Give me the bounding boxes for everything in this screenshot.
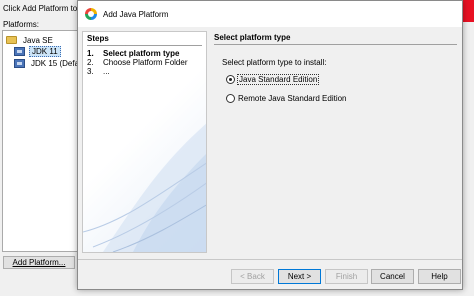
add-platform-label: Add Platform... [12,258,66,267]
tree-item-jdk-15[interactable]: JDK 15 (Defau [14,57,80,69]
step-label: Select platform type [103,49,180,58]
radio-label: Remote Java Standard Edition [238,94,347,103]
dialog-title: Add Java Platform [103,9,169,19]
jdk-icon [14,46,25,56]
next-button[interactable]: Next > [278,269,321,284]
help-button[interactable]: Help [418,269,461,284]
jdk-icon [14,58,25,68]
cancel-button-label: Cancel [380,272,405,281]
app-icon [85,8,97,20]
dialog-titlebar[interactable]: Add Java Platform [78,1,462,27]
next-button-label: Next > [287,272,312,281]
step-number: 3. [87,67,94,76]
radio-java-standard-edition[interactable]: Java Standard Edition [226,74,320,85]
radio-button[interactable] [226,94,235,103]
step-number: 2. [87,58,94,67]
steps-panel: Steps 1. Select platform type 2. Choose … [82,31,207,253]
tree-item-label: JDK 11 [29,45,61,57]
intro-text: Click Add Platform to re [3,4,87,13]
tree-item-label: JDK 15 (Defau [31,58,80,68]
divider [78,259,462,260]
platform-type-prompt: Select platform type to install: [222,58,327,67]
step-label: Choose Platform Folder [103,58,188,67]
step-label: ... [103,67,110,76]
folder-icon [6,36,17,44]
radio-button-checked[interactable] [226,75,235,84]
add-platform-button[interactable]: Add Platform... [3,256,75,269]
radio-label: Java Standard Edition [236,74,320,85]
help-button-label: Help [431,272,448,281]
steps-heading: Steps [87,34,109,43]
divider [214,44,457,45]
cancel-button[interactable]: Cancel [371,269,414,284]
back-button[interactable]: < Back [231,269,274,284]
tree-item-label: Java SE [23,35,53,45]
content-heading: Select platform type [214,33,291,42]
back-button-label: < Back [240,272,265,281]
tree-item-jdk-11[interactable]: JDK 11 [14,45,61,57]
add-java-platform-dialog: Add Java Platform Steps 1. Select platfo… [77,0,463,290]
radio-remote-java-standard-edition[interactable]: Remote Java Standard Edition [226,94,347,103]
platforms-label: Platforms: [3,20,40,29]
content-panel: Select platform type Select platform typ… [210,31,459,253]
step-item: 2. Choose Platform Folder [87,58,187,67]
step-number: 1. [87,49,94,58]
finish-button-label: Finish [335,272,358,281]
step-item: 1. Select platform type [87,49,179,58]
platforms-tree[interactable]: Java SE JDK 11 JDK 15 (Defau [2,30,80,252]
step-item: 3. ... [87,67,110,76]
finish-button[interactable]: Finish [325,269,368,284]
wizard-decoration [83,123,206,252]
divider [87,45,202,46]
